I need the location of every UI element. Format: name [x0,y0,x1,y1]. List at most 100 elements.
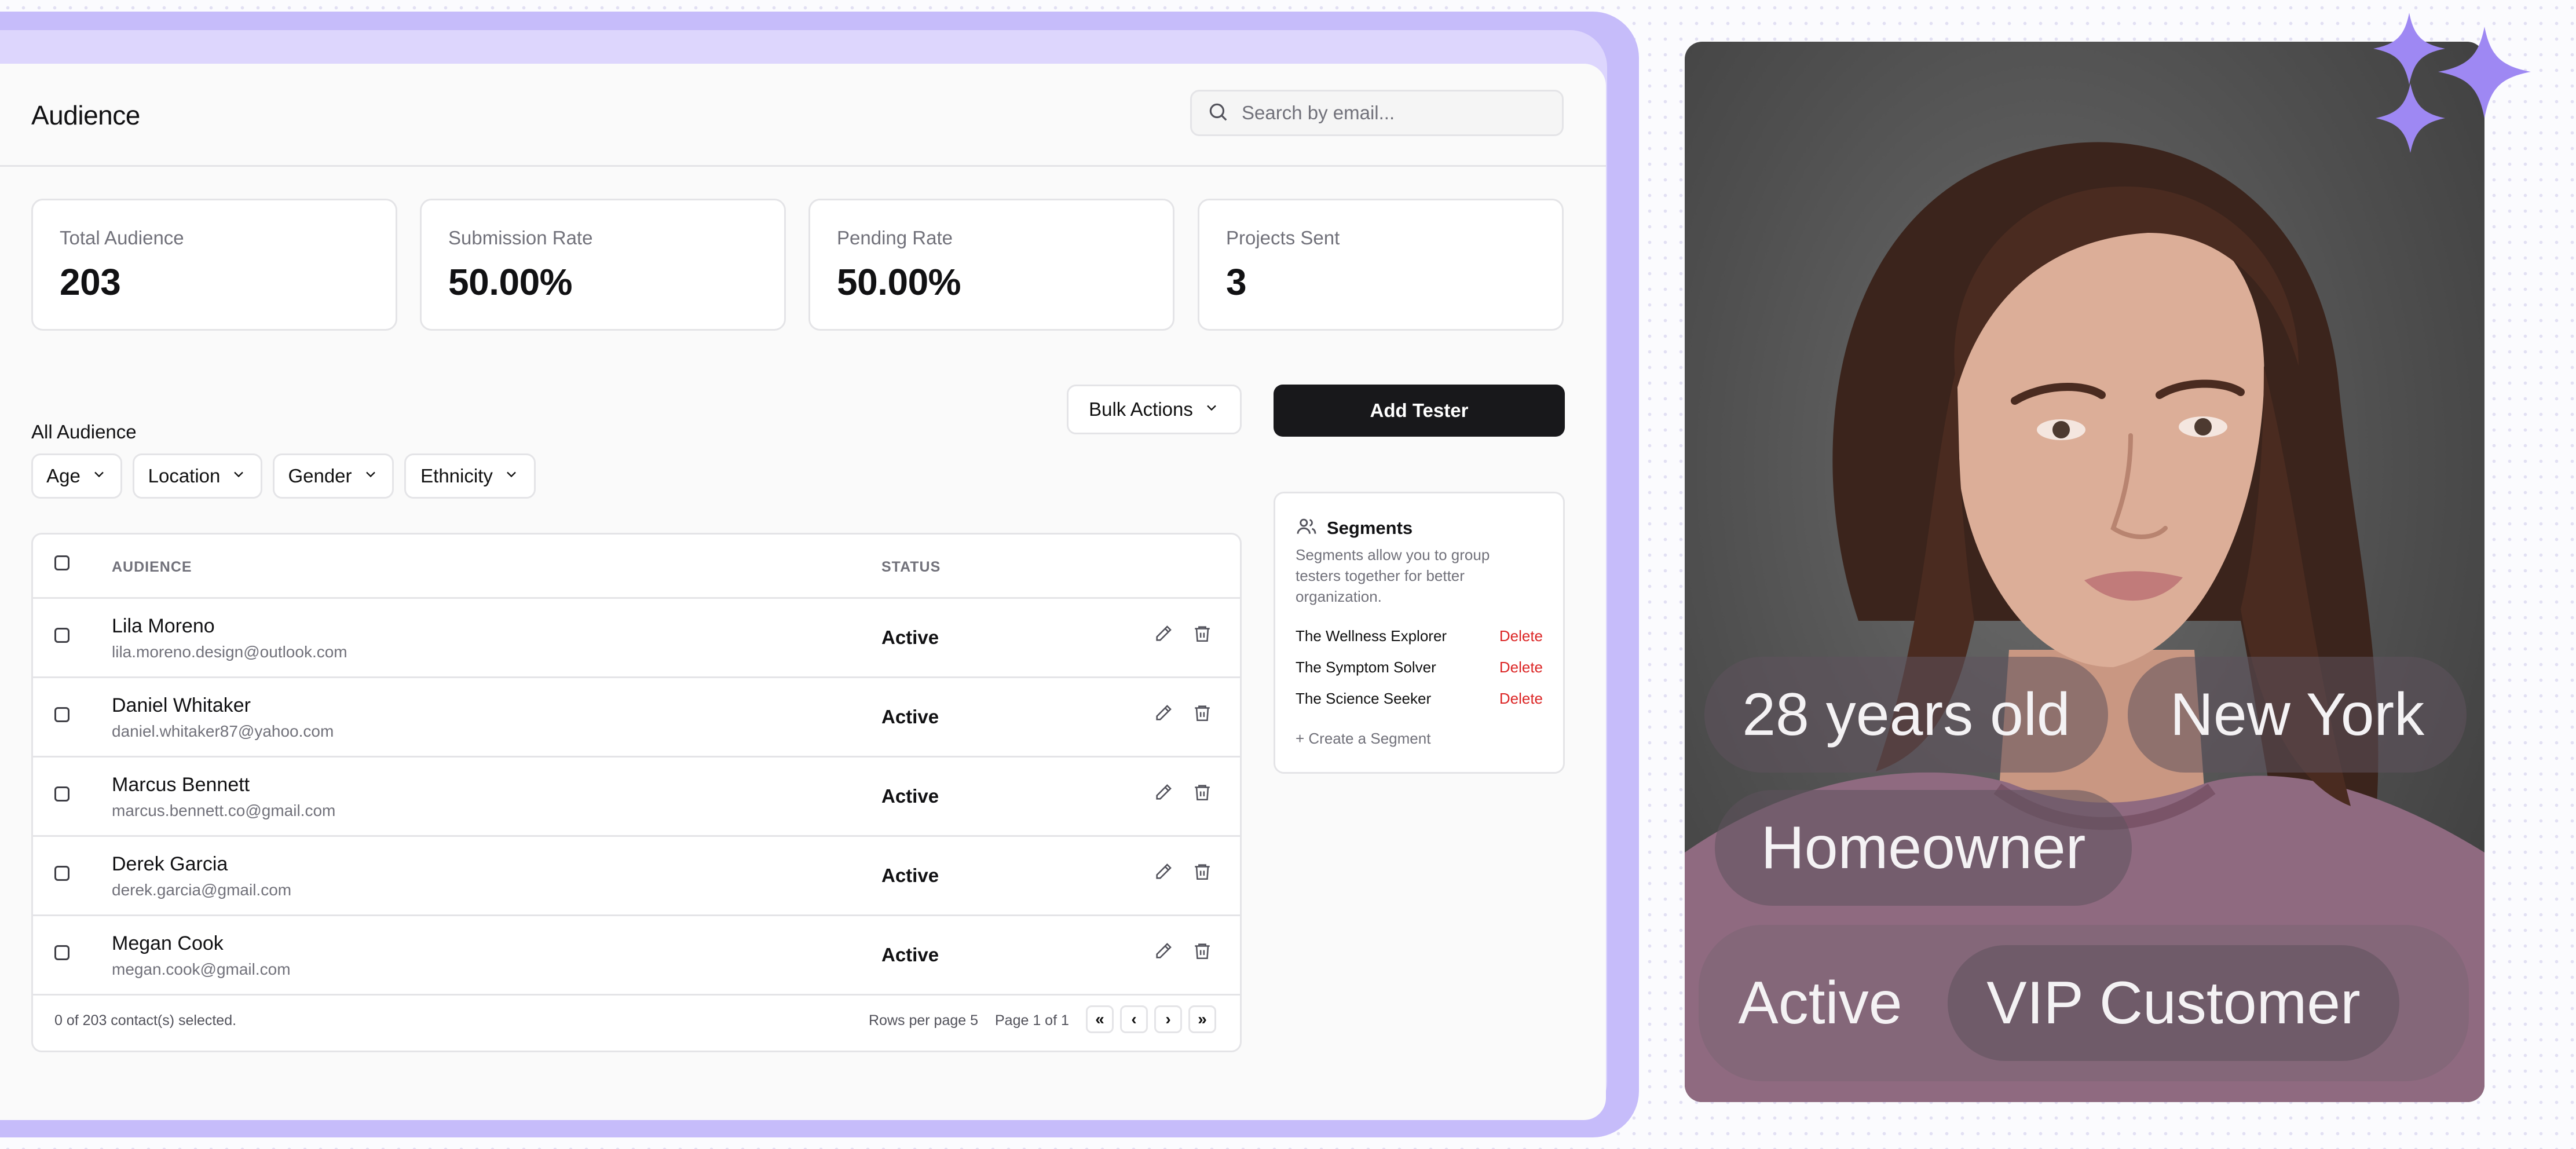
column-header-audience: AUDIENCE [112,559,192,575]
row-status: Active [881,785,939,807]
persona-tag-location: New York [2128,657,2467,773]
table-row[interactable]: Derek Garcia derek.garcia@gmail.com Acti… [33,835,1240,916]
row-checkbox[interactable] [54,786,69,802]
chevron-down-icon [363,465,379,487]
audience-panel: Audience Total Audience 203 Submission R… [0,64,1606,1120]
row-status: Active [881,706,939,727]
stat-label: Total Audience [60,227,184,248]
bulk-actions-button[interactable]: Bulk Actions [1067,385,1242,434]
table-header: AUDIENCE STATUS [33,535,1240,599]
prev-page-button[interactable]: ‹ [1120,1005,1148,1033]
filter-label: Gender [288,465,352,486]
chevron-down-icon [503,465,519,487]
row-email: megan.cook@gmail.com [112,960,291,978]
segment-name: The Wellness Explorer [1296,627,1447,645]
trash-icon[interactable] [1192,941,1216,964]
row-email: derek.garcia@gmail.com [112,881,292,899]
selection-count: 0 of 203 contact(s) selected. [54,1012,237,1029]
edit-icon[interactable] [1154,703,1177,726]
stat-card-submission-rate: Submission Rate 50.00% [420,199,786,331]
app-frame: Audience Total Audience 203 Submission R… [0,12,1639,1137]
filter-age[interactable]: Age [31,453,122,499]
chevron-down-icon [1203,398,1220,420]
persona-tag-age: 28 years old [1704,657,2108,773]
segments-description: Segments allow you to group testers toge… [1296,546,1490,605]
row-name: Marcus Bennett [112,774,250,796]
row-name: Lila Moreno [112,615,215,637]
stat-value: 203 [60,261,121,303]
segment-name: The Symptom Solver [1296,658,1436,676]
segment-item: The Symptom Solver Delete [1296,658,1543,682]
table-row[interactable]: Lila Moreno lila.moreno.design@outlook.c… [33,597,1240,678]
filter-ethnicity[interactable]: Ethnicity [404,453,536,499]
select-all-checkbox[interactable] [54,555,69,570]
row-status: Active [881,944,939,965]
app-frame-inner: Audience Total Audience 203 Submission R… [0,30,1607,1120]
add-tester-button[interactable]: Add Tester [1274,385,1565,437]
column-header-status: STATUS [881,559,941,575]
persona-photo-card: 28 years old New York Homeowner Active V… [1685,42,2484,1102]
row-checkbox[interactable] [54,628,69,643]
edit-icon[interactable] [1154,782,1177,806]
sparkle-icon [2373,13,2531,153]
row-checkbox[interactable] [54,707,69,722]
chevron-down-icon [91,465,107,487]
search-box[interactable] [1190,90,1564,136]
trash-icon[interactable] [1192,703,1216,726]
create-segment-link[interactable]: + Create a Segment [1296,730,1430,748]
row-email: marcus.bennett.co@gmail.com [112,802,336,819]
row-checkbox[interactable] [54,866,69,881]
trash-icon[interactable] [1192,782,1216,806]
table-row[interactable]: Daniel Whitaker daniel.whitaker87@yahoo.… [33,676,1240,758]
edit-icon[interactable] [1154,862,1177,885]
segments-panel: Segments Segments allow you to group tes… [1274,492,1565,774]
stat-label: Submission Rate [448,227,593,248]
persona-tag-active: Active [1738,969,1902,1037]
edit-icon[interactable] [1154,624,1177,647]
users-icon [1296,515,1318,540]
page-indicator: Page 1 of 1 [995,1012,1069,1029]
trash-icon[interactable] [1192,624,1216,647]
persona-tag-homeowner: Homeowner [1715,790,2132,906]
segment-name: The Science Seeker [1296,690,1432,707]
stat-label: Pending Rate [837,227,953,248]
page-title: Audience [31,100,140,130]
delete-segment-button[interactable]: Delete [1499,690,1543,708]
chevron-down-icon [230,465,247,487]
section-label: All Audience [31,421,137,442]
row-email: daniel.whitaker87@yahoo.com [112,722,334,740]
last-page-button[interactable]: » [1188,1005,1216,1033]
delete-segment-button[interactable]: Delete [1499,658,1543,676]
segment-item: The Science Seeker Delete [1296,690,1543,713]
first-page-button[interactable]: « [1086,1005,1114,1033]
table-row[interactable]: Marcus Bennett marcus.bennett.co@gmail.c… [33,756,1240,837]
row-status: Active [881,865,939,886]
row-name: Derek Garcia [112,853,228,875]
stat-card-projects-sent: Projects Sent 3 [1198,199,1564,331]
segment-item: The Wellness Explorer Delete [1296,627,1543,650]
bulk-actions-label: Bulk Actions [1089,398,1193,420]
filter-gender[interactable]: Gender [273,453,394,499]
filter-label: Location [148,465,221,486]
audience-table: AUDIENCE STATUS Lila Moreno lila.moreno.… [31,533,1242,1052]
row-name: Daniel Whitaker [112,694,251,716]
trash-icon[interactable] [1192,862,1216,885]
row-status: Active [881,627,939,648]
row-email: lila.moreno.design@outlook.com [112,643,347,661]
next-page-button[interactable]: › [1154,1005,1182,1033]
rows-per-page[interactable]: Rows per page 5 [869,1012,978,1029]
row-checkbox[interactable] [54,945,69,960]
app-header: Audience [0,64,1606,167]
search-icon [1207,101,1229,126]
stat-card-total-audience: Total Audience 203 [31,199,397,331]
filter-location[interactable]: Location [133,453,262,499]
segments-title: Segments [1327,517,1413,538]
persona-tag-group: Active VIP Customer [1699,925,2469,1081]
edit-icon[interactable] [1154,941,1177,964]
delete-segment-button[interactable]: Delete [1499,627,1543,645]
segments-header: Segments [1296,515,1413,540]
search-input[interactable] [1241,101,1556,125]
table-row[interactable]: Megan Cook megan.cook@gmail.com Active [33,914,1240,996]
filter-label: Age [46,465,80,486]
persona-tag-vip: VIP Customer [1948,945,2399,1061]
